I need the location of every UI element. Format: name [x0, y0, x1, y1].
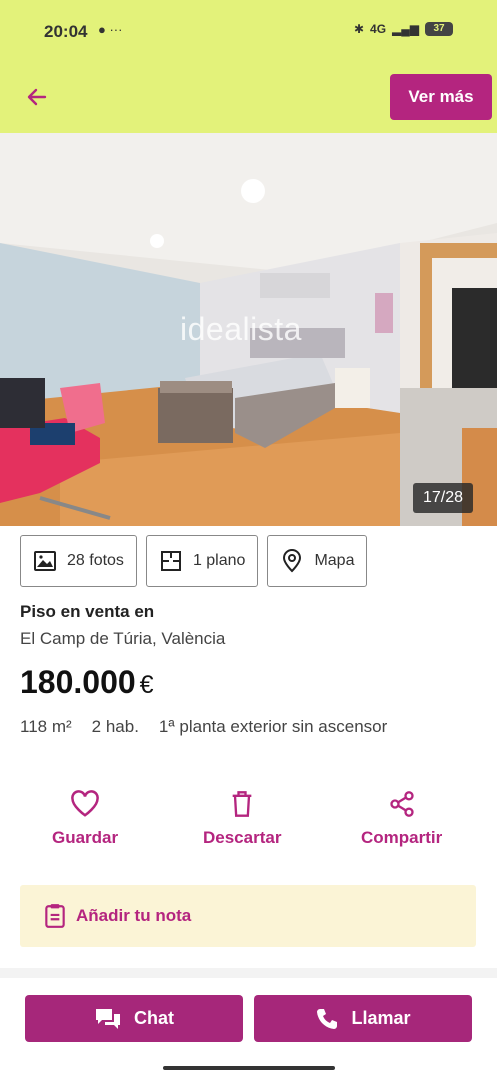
add-note-label: Añadir tu nota — [76, 906, 192, 925]
map-pin-icon — [283, 549, 302, 573]
home-indicator[interactable] — [163, 1066, 335, 1070]
status-time: 20:04 — [44, 22, 88, 41]
bluetooth-icon: ✱ — [353, 22, 365, 36]
ver-mas-button[interactable]: Ver más — [390, 74, 492, 120]
battery-icon: 37 — [425, 22, 453, 36]
price-value: 180.000 — [20, 664, 136, 700]
note-icon — [45, 904, 65, 928]
arrow-left-icon — [27, 88, 47, 106]
share-label: Compartir — [361, 828, 443, 847]
chat-label: Chat — [134, 1008, 174, 1028]
media-chips: 28 fotos 1 plano Mapa — [20, 535, 368, 587]
feature-area: 118 m² — [20, 717, 72, 736]
photos-chip-label: 28 fotos — [67, 552, 124, 569]
save-button[interactable]: Guardar — [52, 790, 118, 848]
listing-location: El Camp de Túria, València — [20, 629, 226, 648]
chat-icon — [96, 1008, 120, 1029]
discard-button[interactable]: Descartar — [203, 790, 281, 848]
heart-icon — [71, 790, 99, 817]
chat-button[interactable]: Chat — [25, 995, 243, 1042]
phone-icon — [317, 1008, 338, 1029]
feature-rooms: 2 hab. — [91, 717, 139, 736]
listing-price: 180.000 € — [20, 664, 154, 701]
share-icon — [389, 791, 414, 817]
floorplan-icon — [160, 551, 181, 571]
top-bar: 20:04 ● ··· ✱ 4G ▂▄▆ 37 Ver más — [0, 0, 497, 133]
map-chip-label: Mapa — [314, 552, 355, 569]
listing-actions: Guardar Descartar Compartir — [0, 790, 497, 860]
listing-features: 118 m² 2 hab. 1ª planta exterior sin ascen… — [20, 712, 460, 742]
discard-label: Descartar — [203, 828, 282, 847]
add-note-button[interactable]: Añadir tu nota — [20, 885, 476, 947]
trash-icon — [232, 791, 252, 817]
status-right: ✱ 4G ▂▄▆ 37 — [354, 22, 453, 36]
section-divider — [0, 968, 497, 978]
map-chip[interactable]: Mapa — [267, 535, 368, 587]
photos-chip[interactable]: 28 fotos — [20, 535, 137, 587]
price-currency: € — [139, 671, 154, 699]
floorplan-chip-label: 1 plano — [192, 552, 246, 569]
signal-bars-icon: ▂▄▆ — [392, 22, 419, 36]
feature-floor: 1ª planta exterior sin ascensor — [158, 717, 388, 736]
idealista-watermark: idealista — [180, 311, 302, 347]
status-bar: 20:04 ● ··· ✱ 4G ▂▄▆ 37 — [0, 0, 497, 66]
back-button[interactable] — [22, 82, 52, 112]
notification-icons: ● ··· — [98, 22, 123, 37]
share-button[interactable]: Compartir — [361, 790, 442, 848]
save-label: Guardar — [52, 828, 119, 847]
image-icon — [34, 551, 56, 571]
floorplan-chip[interactable]: 1 plano — [145, 535, 259, 587]
photo-counter: 17/28 — [412, 483, 473, 513]
call-button[interactable]: Llamar — [254, 995, 472, 1042]
listing-photo[interactable]: idealista 17/28 — [0, 133, 497, 526]
listing-title: Piso en venta en — [20, 602, 155, 621]
call-label: Llamar — [351, 1008, 411, 1028]
signal-icon: 4G — [370, 22, 387, 36]
